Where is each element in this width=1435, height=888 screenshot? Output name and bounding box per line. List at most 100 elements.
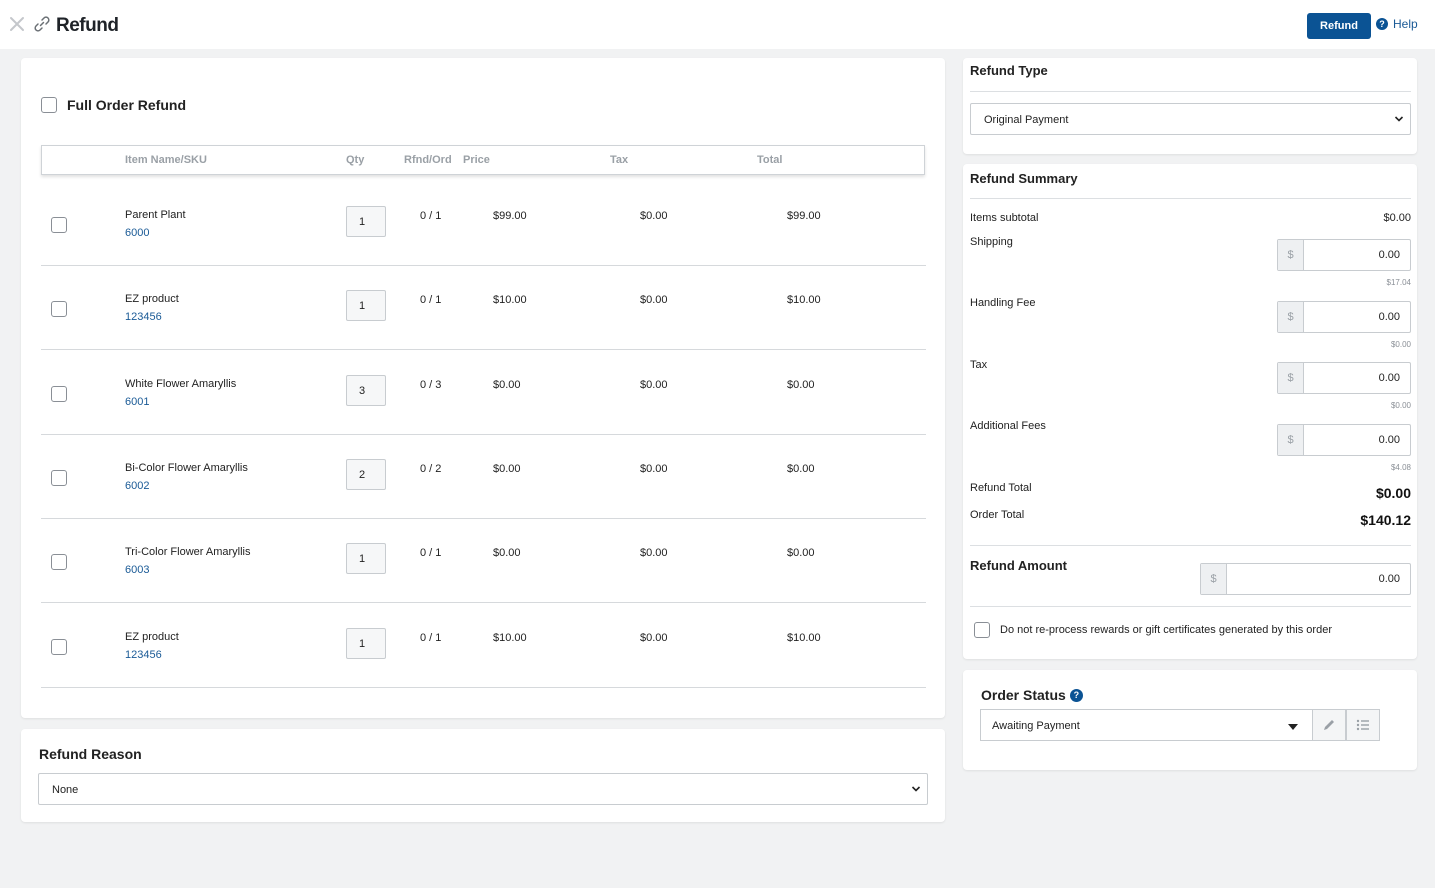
quantity-input[interactable]: 1 [346,206,386,237]
pencil-icon [1324,720,1334,730]
item-sku-link[interactable]: 6001 [125,396,149,408]
refund-reason-select[interactable]: None [38,773,928,805]
item-sku-link[interactable]: 6002 [125,480,149,492]
column-header-item: Item Name/SKU [125,154,207,166]
refunded-ordered: 0 / 1 [420,294,442,306]
column-header-total: Total [757,154,783,166]
refund-reason-panel: Refund Reason None [21,729,945,822]
quantity-input[interactable]: 1 [346,290,386,321]
item-price: $0.00 [493,463,521,475]
refund-button[interactable]: Refund [1307,13,1371,39]
item-sku-link[interactable]: 123456 [125,311,162,323]
row-checkbox[interactable] [51,217,67,233]
column-header-qty: Qty [346,154,365,166]
additional-fees-value: 0.00 [1378,434,1400,446]
item-price: $99.00 [493,210,527,222]
refund-amount-input[interactable]: $ 0.00 [1200,563,1411,595]
tax-value: 0.00 [1378,372,1400,384]
currency-prefix: $ [1278,302,1304,332]
full-order-refund-option[interactable]: Full Order Refund [41,97,186,113]
item-price: $0.00 [493,379,521,391]
full-order-refund-label: Full Order Refund [67,97,186,113]
refund-items-panel: Full Order Refund Item Name/SKU Qty Rfnd… [21,58,945,718]
item-tax: $0.00 [640,547,668,559]
divider [970,198,1411,199]
quantity-input[interactable]: 2 [346,459,386,490]
row-checkbox[interactable] [51,470,67,486]
currency-prefix: $ [1201,564,1227,594]
table-row: Bi-Color Flower Amaryllis 6002 2 0 / 2 $… [41,435,926,519]
currency-prefix: $ [1278,363,1304,393]
tax-hint: $0.00 [1390,401,1411,410]
item-total: $0.00 [787,463,815,475]
quantity-input[interactable]: 3 [346,375,386,406]
order-status-value: Awaiting Payment [992,720,1080,732]
quantity-input[interactable]: 1 [346,628,386,659]
chevron-down-icon [1394,116,1404,122]
full-order-refund-checkbox[interactable] [41,97,57,113]
quantity-input[interactable]: 1 [346,543,386,574]
help-label: Help [1393,17,1418,31]
refunded-ordered: 0 / 1 [420,632,442,644]
table-row: EZ product 123456 1 0 / 1 $10.00 $0.00 $… [41,266,926,350]
link-icon[interactable] [33,15,51,33]
tax-input[interactable]: $ 0.00 [1277,362,1411,394]
refund-summary-panel: Refund Summary Items subtotal $0.00 Ship… [963,164,1417,659]
tax-label: Tax [970,359,988,371]
currency-prefix: $ [1278,240,1304,270]
list-icon [1356,719,1369,731]
column-header-tax: Tax [610,154,629,166]
row-checkbox[interactable] [51,554,67,570]
refund-type-select[interactable]: Original Payment [970,103,1411,135]
item-total: $10.00 [787,632,821,644]
help-link[interactable]: ? Help [1376,17,1418,31]
order-status-title: Order Status ? [981,687,1083,703]
order-status-label: Order Status [981,687,1066,703]
table-row: EZ product 123456 1 0 / 1 $10.00 $0.00 $… [41,604,926,688]
item-sku-link[interactable]: 6000 [125,227,149,239]
additional-fees-input[interactable]: $ 0.00 [1277,424,1411,456]
item-sku-link[interactable]: 6003 [125,564,149,576]
item-tax: $0.00 [640,463,668,475]
item-price: $0.00 [493,547,521,559]
additional-fees-label: Additional Fees [970,420,1046,432]
currency-prefix: $ [1278,425,1304,455]
help-icon[interactable]: ? [1069,688,1083,702]
column-header-rfnd-ord: Rfnd/Ord [404,154,452,166]
no-reprocess-label: Do not re-process rewards or gift certif… [1000,624,1332,636]
refunded-ordered: 0 / 3 [420,379,442,391]
item-total: $0.00 [787,379,815,391]
refunded-ordered: 0 / 2 [420,463,442,475]
shipping-value: 0.00 [1378,249,1400,261]
item-total: $99.00 [787,210,821,222]
shipping-input[interactable]: $ 0.00 [1277,239,1411,271]
refund-total-value: $0.00 [1375,485,1411,501]
row-checkbox[interactable] [51,301,67,317]
item-name: White Flower Amaryllis [125,378,237,390]
no-reprocess-option[interactable]: Do not re-process rewards or gift certif… [974,622,1332,638]
handling-fee-input[interactable]: $ 0.00 [1277,301,1411,333]
row-checkbox[interactable] [51,386,67,402]
item-sku-link[interactable]: 123456 [125,649,162,661]
chevron-down-icon [911,786,921,792]
shipping-label: Shipping [970,236,1013,248]
close-icon[interactable] [9,16,25,32]
refund-amount-value: 0.00 [1378,573,1400,585]
status-list-button[interactable] [1346,709,1380,741]
item-tax: $0.00 [640,632,668,644]
item-name: Bi-Color Flower Amaryllis [125,462,248,474]
divider [970,606,1411,607]
refunded-ordered: 0 / 1 [420,547,442,559]
item-name: Tri-Color Flower Amaryllis [125,546,251,558]
refund-type-title: Refund Type [970,63,1048,78]
item-tax: $0.00 [640,210,668,222]
handling-fee-hint: $0.00 [1390,340,1411,349]
item-name: Parent Plant [125,209,186,221]
row-checkbox[interactable] [51,639,67,655]
additional-fees-hint: $4.08 [1390,463,1411,472]
column-header-price: Price [463,154,490,166]
item-name: EZ product [125,293,179,305]
order-status-select[interactable]: Awaiting Payment [980,709,1313,741]
no-reprocess-checkbox[interactable] [974,622,990,638]
edit-status-button[interactable] [1312,709,1346,741]
